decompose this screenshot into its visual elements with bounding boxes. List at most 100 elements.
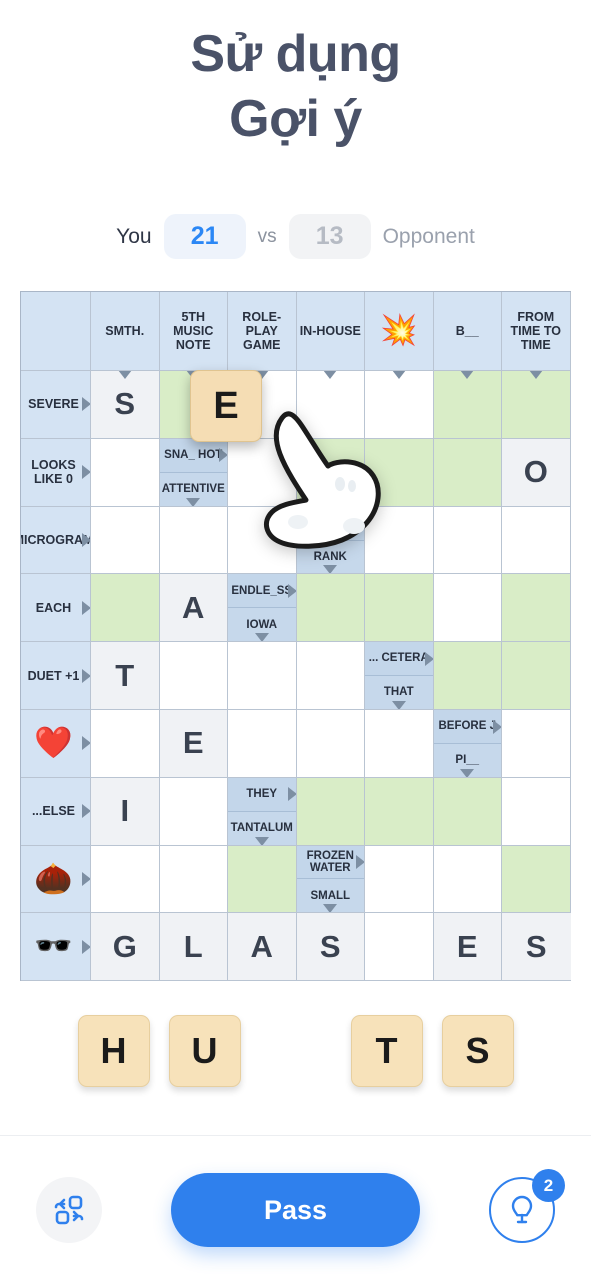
grid-cell-highlight-r4c5[interactable]: [365, 574, 434, 643]
grid-cell-empty-r4c6[interactable]: [433, 574, 502, 643]
clue-across-text: ... CETERA: [365, 642, 433, 677]
page-title-line-2: Gợi ý: [229, 90, 362, 148]
clue-across-text: THEY: [228, 777, 296, 812]
column-header-5: 💥: [365, 292, 434, 371]
crossword-grid[interactable]: SMTH. 5TH MUSIC NOTE ROLE-PLAY GAME IN-HOUS…: [20, 291, 571, 982]
grid-cell-clue-r7c3[interactable]: THEY TANTALUM: [228, 777, 297, 846]
row-header-2: LOOKS LIKE 0: [21, 438, 91, 507]
grid-cell-empty-r6c4[interactable]: [296, 709, 365, 778]
grid-cell-empty-r7c2[interactable]: [159, 777, 228, 846]
grid-cell-letter-r9c4[interactable]: S: [296, 913, 365, 982]
clue-box: FROZEN WATER SMALL: [296, 845, 364, 913]
grid-cell-empty-r3c2[interactable]: [159, 506, 228, 575]
clue-down-arrow-icon: [186, 497, 201, 506]
row-arrow-icon: [82, 736, 90, 751]
grid-cell-letter-r5c1[interactable]: T: [91, 642, 160, 710]
grid-cell-highlight-r5c7[interactable]: [502, 642, 571, 710]
rack-tile-2[interactable]: U: [168, 1015, 241, 1087]
grid-cell-highlight-r8c7[interactable]: [502, 845, 571, 914]
grid-cell-letter-r9c3[interactable]: A: [228, 913, 297, 982]
grid-cell-empty-r5c4[interactable]: [296, 642, 365, 710]
grid-cell-letter-r9c7[interactable]: S: [502, 913, 571, 982]
grid-cell-empty-r3c7[interactable]: [502, 506, 571, 575]
app-screen: Sử dụng Gợi ý You 21 vs 13 Opponent SMTH…: [0, 0, 591, 1280]
grid-cell-highlight-r1c6[interactable]: [433, 371, 502, 439]
grid-cell-clue-r5c5[interactable]: ... CETERA THAT: [365, 642, 434, 710]
grid-cell-letter-r9c2[interactable]: L: [159, 913, 228, 982]
grid-cell-letter-r9c1[interactable]: G: [91, 913, 160, 982]
grid-cell-empty-r3c6[interactable]: [433, 506, 502, 575]
column-arrow-icon: [117, 371, 132, 379]
rack-slot-empty: [260, 1015, 332, 1087]
opponent-score-value: 13: [288, 214, 371, 259]
row-arrow-icon: [82, 668, 90, 683]
your-score-value: 21: [163, 214, 246, 259]
grid-cell-empty-r8c5[interactable]: [365, 845, 434, 914]
grid-cell-empty-r8c6[interactable]: [433, 845, 502, 914]
grid-cell-highlight-r7c5[interactable]: [365, 777, 434, 846]
grid-cell-empty-r5c2[interactable]: [159, 642, 228, 710]
grid-cell-empty-r8c1[interactable]: [91, 845, 160, 914]
row-header-5: DUET +1: [21, 642, 91, 710]
row-arrow-icon: [82, 532, 90, 547]
clue-across-arrow-icon: [287, 584, 296, 599]
grid-cell-empty-r6c5[interactable]: [365, 709, 434, 778]
grid-cell-letter-r2c7[interactable]: O: [502, 438, 571, 507]
grid-cell-clue-r8c4[interactable]: FROZEN WATER SMALL: [296, 845, 365, 914]
grid-cell-highlight-r5c6[interactable]: [433, 642, 502, 710]
column-header-2: 5TH MUSIC NOTE: [159, 292, 228, 371]
grid-cell-highlight-r4c4[interactable]: [296, 574, 365, 643]
grid-cell-empty-r3c1[interactable]: [91, 506, 160, 575]
pass-button[interactable]: Pass: [171, 1173, 420, 1247]
grid-cell-empty-r6c1[interactable]: [91, 709, 160, 778]
grid-cell-highlight-r7c6[interactable]: [433, 777, 502, 846]
clue-across-text: SNA_ HOT: [159, 438, 227, 473]
column-header-6: B__: [433, 292, 502, 371]
grid-cell-highlight-r7c4[interactable]: [296, 777, 365, 846]
clue-across-text: BEFORE J: [433, 709, 501, 744]
rack-tile-5[interactable]: S: [441, 1015, 514, 1087]
grid-cell-empty-r6c3[interactable]: [228, 709, 297, 778]
grid-cell-empty-r5c3[interactable]: [228, 642, 297, 710]
clue-across-arrow-icon: [287, 787, 296, 802]
column-arrow-icon: [323, 371, 338, 379]
grid-cell-clue-r4c3[interactable]: ENDLE_SS IOWA: [228, 574, 297, 643]
grid-cell-empty-r8c2[interactable]: [159, 845, 228, 914]
clue-down-arrow-icon: [460, 768, 475, 777]
shuffle-button[interactable]: [36, 1177, 102, 1243]
grid-cell-highlight-r4c1[interactable]: [91, 574, 160, 643]
grid-cell-highlight-r1c7[interactable]: [502, 371, 571, 439]
grid-cell-clue-r2c2[interactable]: SNA_ HOT ATTENTIVE: [159, 438, 228, 507]
grid-cell-clue-r6c6[interactable]: BEFORE J PI__: [433, 709, 502, 778]
grid-cell-letter-r9c6[interactable]: E: [433, 913, 502, 982]
clue-across-text: FROZEN WATER: [296, 845, 364, 880]
row-header-4: EACH: [21, 574, 91, 643]
rack-tile-1[interactable]: H: [77, 1015, 150, 1087]
hint-button[interactable]: 2: [489, 1169, 565, 1243]
rack-tile-4[interactable]: T: [350, 1015, 423, 1087]
grid-cell-empty-r9c5[interactable]: [365, 913, 434, 982]
lightbulb-icon: [511, 1195, 533, 1224]
grid-cell-letter-r6c2[interactable]: E: [159, 709, 228, 778]
column-header-3: ROLE-PLAY GAME: [228, 292, 297, 371]
clue-box: ENDLE_SS IOWA: [228, 574, 296, 642]
grid-cell-letter-r1c1[interactable]: S: [91, 371, 160, 439]
grid-cell-highlight-r8c3[interactable]: [228, 845, 297, 914]
grid-cell-empty-r6c7[interactable]: [502, 709, 571, 778]
row-header-8: 🌰: [21, 845, 91, 914]
grid-cell-highlight-r4c7[interactable]: [502, 574, 571, 643]
clue-down-arrow-icon: [323, 904, 338, 913]
versus-label: vs: [257, 225, 277, 247]
grid-cell-empty-r7c7[interactable]: [502, 777, 571, 846]
grid-cell-letter-r7c1[interactable]: I: [91, 777, 160, 846]
clue-across-arrow-icon: [424, 651, 433, 666]
tile-rack[interactable]: HU TS: [0, 1015, 591, 1087]
grid-cell-highlight-r2c6[interactable]: [433, 438, 502, 507]
grid-cell-letter-r4c2[interactable]: A: [159, 574, 228, 643]
clue-down-arrow-icon: [254, 633, 269, 642]
clue-across-arrow-icon: [356, 855, 365, 870]
clue-across-text: ENDLE_SS: [228, 574, 296, 609]
row-header-1: SEVERE: [21, 371, 91, 439]
grid-cell-empty-r2c1[interactable]: [91, 438, 160, 507]
column-header-1: SMTH.: [91, 292, 160, 371]
